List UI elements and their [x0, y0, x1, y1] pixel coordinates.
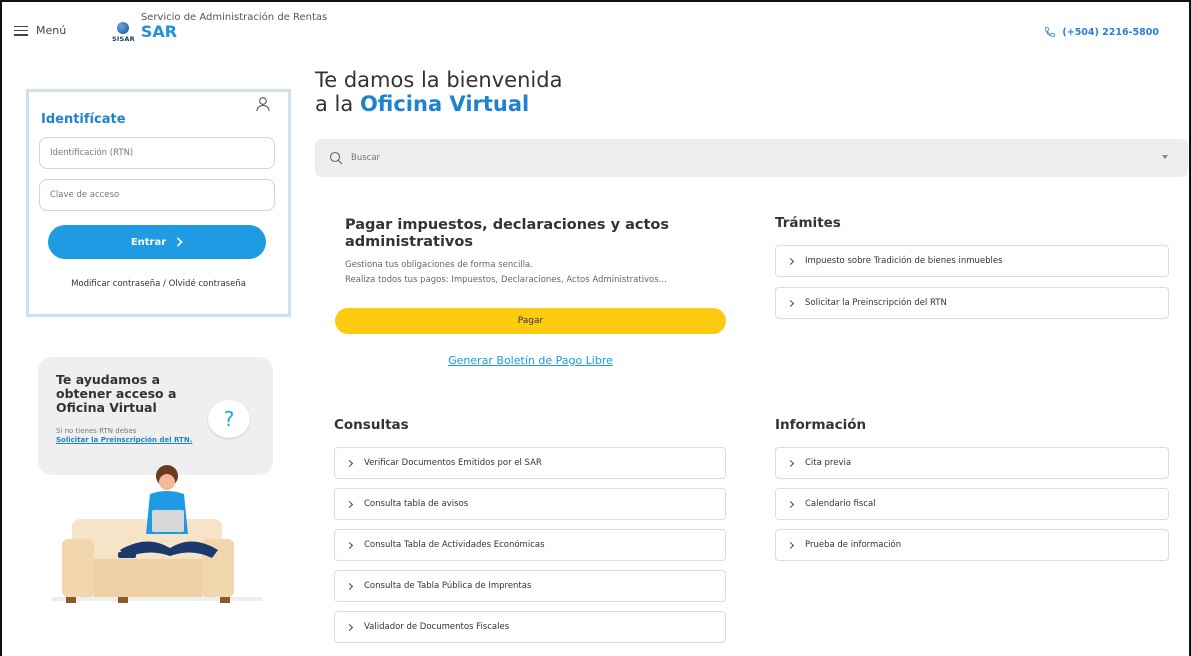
chevron-right-icon: [786, 257, 795, 265]
password-input[interactable]: [39, 179, 275, 211]
brand-name: Servicio de Administración de Rentas SAR: [141, 12, 327, 41]
tramites-item[interactable]: Solicitar la Preinscripción del RTN: [775, 287, 1169, 319]
tramites-title: Trámites: [775, 215, 841, 231]
consultas-item-label: Consulta de Tabla Pública de Imprentas: [364, 581, 532, 591]
login-title: Identifícate: [41, 112, 126, 127]
welcome-line2: a la Oficina Virtual: [315, 92, 562, 116]
consultas-item[interactable]: Consulta de Tabla Pública de Imprentas: [334, 570, 726, 602]
informacion-item[interactable]: Calendario fiscal: [775, 488, 1169, 520]
consultas-item[interactable]: Validador de Documentos Fiscales: [334, 611, 726, 643]
login-button[interactable]: Entrar: [48, 225, 266, 259]
phone-number: (+504) 2216-5800: [1062, 26, 1159, 38]
pay-desc-line2: Realiza todos tus pagos: Impuestos, Decl…: [345, 275, 667, 285]
menu-label: Menú: [36, 24, 67, 37]
welcome-heading: Te damos la bienvenida a la Oficina Virt…: [315, 68, 562, 116]
chevron-down-icon[interactable]: [1162, 155, 1168, 159]
org-name: SAR: [140, 22, 178, 41]
informacion-item-label: Cita previa: [805, 458, 852, 468]
menu-button[interactable]: Menú: [14, 24, 66, 37]
chevron-right-icon: [177, 237, 183, 247]
consultas-title: Consultas: [334, 417, 409, 433]
chevron-right-icon: [345, 500, 354, 508]
consultas-item-label: Verificar Documentos Emitidos por el SAR: [364, 458, 542, 468]
informacion-item-label: Calendario fiscal: [805, 499, 876, 509]
tramites-item-label: Impuesto sobre Tradición de bienes inmue…: [805, 256, 1003, 266]
phone-icon: [1045, 27, 1056, 37]
informacion-title: Información: [775, 417, 867, 433]
forgot-password-link[interactable]: Modificar contraseña / Olvidé contraseña: [29, 279, 288, 289]
informacion-item[interactable]: Prueba de información: [775, 529, 1169, 561]
login-button-label: Entrar: [130, 236, 167, 248]
welcome-line2-prefix: a la: [315, 92, 354, 116]
welcome-line1: Te damos la bienvenida: [315, 68, 563, 92]
pay-desc-line1: Gestiona tus obligaciones de forma senci…: [345, 260, 533, 270]
sisar-logo: SISAR: [112, 22, 135, 43]
chevron-right-icon: [786, 299, 795, 307]
pay-description: Gestiona tus obligaciones de forma senci…: [345, 258, 667, 288]
logo-text: SISAR: [112, 35, 135, 43]
phone-link[interactable]: (+504) 2216-5800: [1044, 26, 1159, 38]
globe-icon: [117, 22, 130, 34]
person-laptop-illustration: [52, 465, 262, 603]
consultas-item[interactable]: Verificar Documentos Emitidos por el SAR: [334, 447, 726, 479]
informacion-item-label: Prueba de información: [805, 540, 902, 550]
chevron-right-icon: [345, 582, 354, 590]
chevron-right-icon: [786, 500, 795, 508]
chevron-right-icon: [345, 459, 354, 467]
consultas-item[interactable]: Consulta tabla de avisos: [334, 488, 726, 520]
pay-button[interactable]: Pagar: [335, 308, 726, 334]
question-icon: ?: [208, 400, 250, 438]
login-card: Identifícate Entrar Modificar contraseña…: [26, 89, 291, 317]
rtn-input[interactable]: [39, 137, 275, 169]
search-bar[interactable]: [315, 139, 1188, 177]
generate-receipt-link[interactable]: Generar Boletín de Pago Libre: [335, 354, 726, 367]
page-frame: Menú SISAR Servicio de Administración de…: [0, 0, 1191, 656]
help-note: Si no tienes RTN debes: [56, 427, 137, 435]
question-mark: ?: [223, 407, 235, 431]
help-card: Te ayudamos a obtener acceso a Oficina V…: [38, 357, 273, 475]
informacion-item[interactable]: Cita previa: [775, 447, 1169, 479]
chevron-right-icon: [345, 623, 354, 631]
top-header: Menú SISAR Servicio de Administración de…: [2, 2, 1189, 54]
consultas-item-label: Consulta tabla de avisos: [364, 499, 469, 509]
pay-section-title: Pagar impuestos, declaraciones y actos a…: [345, 217, 669, 250]
tramites-item[interactable]: Impuesto sobre Tradición de bienes inmue…: [775, 245, 1169, 277]
chevron-right-icon: [786, 459, 795, 467]
consultas-item[interactable]: Consulta Tabla de Actividades Económicas: [334, 529, 726, 561]
preinscription-link[interactable]: Solicitar la Preinscripción del RTN.: [56, 436, 206, 445]
user-icon: [256, 97, 270, 112]
help-title: Te ayudamos a obtener acceso a Oficina V…: [56, 372, 177, 415]
consultas-item-label: Consulta Tabla de Actividades Económicas: [364, 540, 545, 550]
chevron-right-icon: [345, 541, 354, 549]
search-icon: [329, 151, 343, 165]
hamburger-icon: [14, 25, 28, 36]
brand-logo-link[interactable]: SISAR Servicio de Administración de Rent…: [112, 12, 327, 43]
welcome-highlight: Oficina Virtual: [359, 92, 530, 116]
tramites-item-label: Solicitar la Preinscripción del RTN: [805, 298, 947, 308]
consultas-item-label: Validador de Documentos Fiscales: [364, 622, 510, 632]
chevron-right-icon: [786, 541, 795, 549]
search-input[interactable]: [351, 139, 1131, 177]
